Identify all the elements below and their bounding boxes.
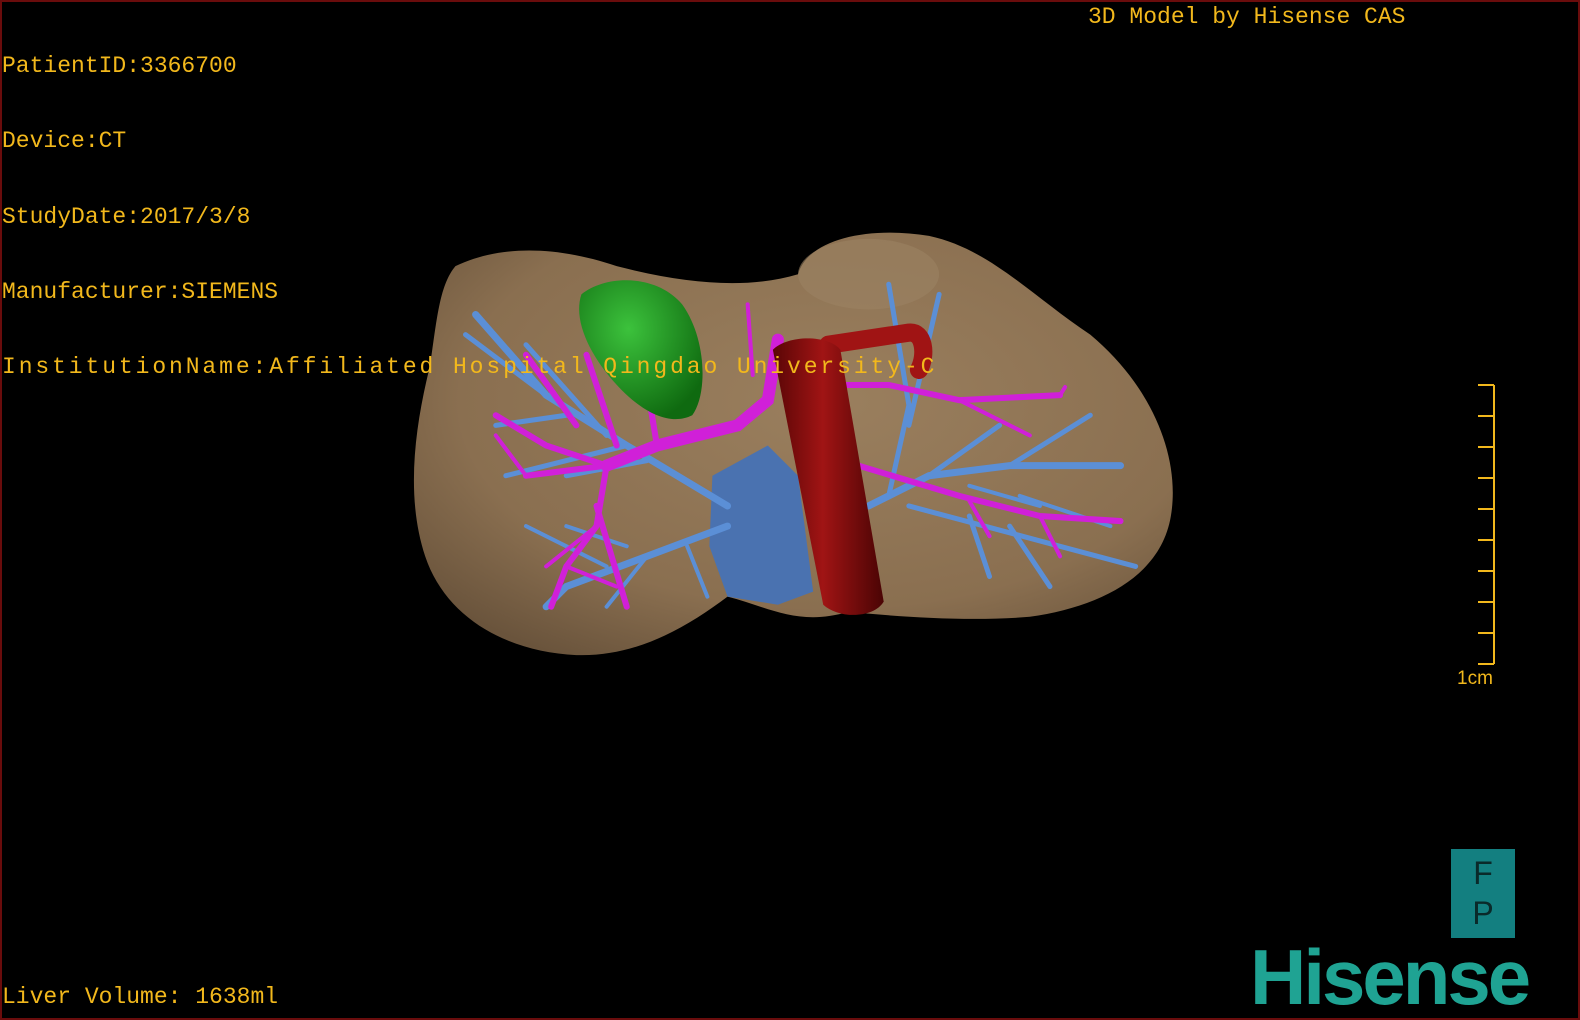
manufacturer: Manufacturer:SIEMENS xyxy=(2,278,279,305)
liver-volume: Liver Volume: 1638ml xyxy=(2,984,279,1010)
device: Device:CT xyxy=(2,128,127,155)
institution-name: InstitutionName:Affiliated Hospital Qing… xyxy=(2,354,938,381)
hisense-logo: Hisense xyxy=(1250,933,1531,1020)
scale-bar xyxy=(1478,384,1495,665)
3d-viewer[interactable]: PatientID:3366700 Device:CT StudyDate:20… xyxy=(0,0,1580,1020)
patient-id: PatientID:3366700 xyxy=(2,53,237,79)
orientation-cube[interactable]: F P xyxy=(1451,849,1515,938)
orientation-bottom: P xyxy=(1472,895,1494,931)
patient-info: PatientID:3366700 Device:CT StudyDate:20… xyxy=(2,4,937,430)
scale-bar-label: 1cm xyxy=(1457,668,1493,689)
model-title: 3D Model by Hisense CAS xyxy=(1088,4,1406,30)
study-date: StudyDate:2017/3/8 xyxy=(2,203,251,230)
orientation-top: F xyxy=(1473,855,1493,891)
